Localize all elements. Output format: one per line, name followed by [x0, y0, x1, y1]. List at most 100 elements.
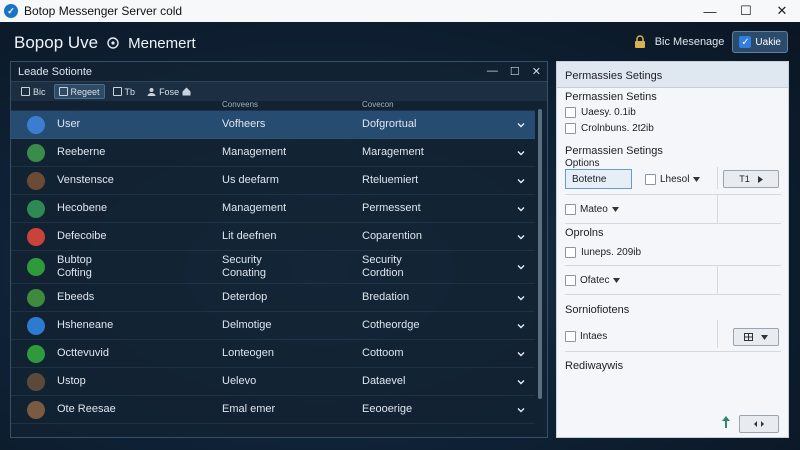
- table-row[interactable]: Ebeeds Deterdop Bredation: [11, 284, 535, 312]
- checkbox[interactable]: [565, 274, 576, 286]
- scrollbar-thumb[interactable]: [538, 109, 542, 399]
- user-name-cell: Ote Reesae: [57, 403, 116, 415]
- user-name-cell: Hecobene: [57, 202, 108, 214]
- ofatec-select[interactable]: Ofatec: [565, 270, 621, 290]
- checkbox[interactable]: [565, 330, 576, 342]
- checkbox[interactable]: [565, 203, 576, 215]
- select-label: Lhesol: [660, 173, 690, 185]
- nav-button[interactable]: [739, 415, 779, 433]
- table-row[interactable]: Reeberne Management Maragement: [11, 139, 535, 167]
- permission-cell: Eeooerige: [362, 403, 413, 415]
- play-arrow-icon: [757, 175, 763, 183]
- user-name-cell: Ustop: [57, 375, 86, 387]
- checkbox[interactable]: [645, 173, 656, 185]
- window-icon: [112, 87, 122, 96]
- checkbox-label: Crolnbuns. 2t2ib: [581, 123, 654, 134]
- section-title: Rediwaywis: [565, 360, 624, 372]
- close-button[interactable]: ✕: [764, 0, 800, 22]
- chevron-down-icon[interactable]: [517, 378, 525, 386]
- minimize-button[interactable]: —: [692, 0, 728, 22]
- table-row[interactable]: Bubtop Cofting Security Conating Security …: [11, 251, 535, 284]
- checkbox-row[interactable]: Crolnbuns. 2t2ib: [565, 123, 654, 134]
- toolbar-list-label: Bic: [33, 86, 46, 97]
- chevron-down-icon[interactable]: [517, 121, 525, 129]
- permissions-header: Permassies Setings: [557, 62, 788, 88]
- arrows-icon: [754, 421, 764, 427]
- checkbox-label: Iuneps. 209ib: [581, 247, 642, 258]
- avatar-icon: [27, 400, 45, 419]
- user-list: Conveens Covecon User Vofheers Dofgrortual…: [11, 100, 535, 424]
- chevron-down-icon[interactable]: [517, 263, 525, 271]
- checkbox[interactable]: [565, 123, 576, 134]
- home-icon: [182, 87, 191, 96]
- checkbox[interactable]: [565, 247, 576, 258]
- app-header: Bopop Uve Menemert: [14, 33, 196, 53]
- table-row[interactable]: Ote Reesae Emal emer Eeooerige: [11, 396, 535, 424]
- checkbox-row[interactable]: Iuneps. 209ib: [565, 247, 641, 258]
- panel-toolbar: Bic Regeet Tb Fose: [11, 82, 547, 101]
- permission-cell: Dataevel: [362, 375, 406, 387]
- user-name-cell: Octtevuvid: [57, 347, 109, 359]
- table-row[interactable]: Octtevuvid Lonteogen Cottoom: [11, 340, 535, 368]
- check-icon: ✓: [739, 36, 752, 48]
- vertical-scrollbar[interactable]: [536, 104, 544, 434]
- dropdown-arrow-icon: [611, 206, 619, 212]
- chevron-down-icon[interactable]: [517, 205, 525, 213]
- chevron-down-icon[interactable]: [517, 322, 525, 330]
- checkbox[interactable]: [565, 107, 576, 118]
- table-row[interactable]: Defecoibe Lit deefnen Coparention: [11, 223, 535, 251]
- toolbar-regeet-button[interactable]: Regeet: [53, 84, 105, 99]
- table-row[interactable]: User Vofheers Dofgrortual: [11, 111, 535, 139]
- role-cell: Us deefarm: [222, 174, 279, 186]
- lock-icon: [634, 35, 645, 48]
- toolbar-person-button[interactable]: Fose: [143, 84, 195, 99]
- table-row[interactable]: Hecobene Management Permessent: [11, 195, 535, 223]
- toolbar-person-label: Fose: [159, 86, 180, 97]
- pin-icon[interactable]: [721, 416, 731, 428]
- permission-cell: Cotheordge: [362, 319, 420, 331]
- section-title: Sorniofiotens: [565, 304, 630, 316]
- intaes-select[interactable]: Intaes: [565, 326, 607, 346]
- avatar-icon: [27, 143, 45, 162]
- user-name-cell: Ebeeds: [57, 291, 95, 303]
- person-icon: [147, 88, 156, 96]
- section-title: Permassien Setins: [565, 91, 657, 103]
- grid-dropdown-button[interactable]: [733, 328, 779, 346]
- table-row[interactable]: Ustop Uelevo Dataevel: [11, 368, 535, 396]
- avatar-icon: [27, 227, 45, 246]
- panel-close-button[interactable]: ✕: [532, 65, 541, 78]
- role-cell: Lonteogen: [222, 347, 274, 359]
- toolbar-list-button[interactable]: Bic: [17, 84, 50, 99]
- permission-cell: Rteluemiert: [362, 174, 419, 186]
- role-cell: Lit deefnen: [222, 230, 277, 242]
- mateo-select[interactable]: Mateo: [565, 199, 619, 219]
- options-label: Options: [565, 158, 600, 169]
- dropdown-arrow-icon: [613, 277, 621, 283]
- chevron-down-icon[interactable]: [517, 350, 525, 358]
- dropdown-arrow-icon: [693, 176, 701, 182]
- gear-icon: [107, 37, 119, 49]
- section-title: Oprolns: [565, 227, 604, 239]
- options-select[interactable]: Lhesol: [645, 169, 701, 189]
- chevron-down-icon[interactable]: [517, 233, 525, 241]
- t1-button[interactable]: T1: [723, 170, 779, 188]
- maximize-button[interactable]: ☐: [728, 0, 764, 22]
- panel-title: Leade Sotionte: [18, 65, 93, 78]
- table-row[interactable]: Hsheneane Delmotige Cotheordge: [11, 312, 535, 340]
- chevron-down-icon[interactable]: [517, 177, 525, 185]
- permissions-panel: Permassies Setings Permassien Setins Uae…: [556, 61, 789, 438]
- panel-maximize-button[interactable]: ☐: [510, 65, 520, 78]
- options-input[interactable]: Botetne: [565, 169, 632, 189]
- toolbar-window-button[interactable]: Tb: [109, 84, 140, 99]
- header-action-button[interactable]: ✓ Uakie: [732, 31, 788, 53]
- avatar-icon: [27, 316, 45, 335]
- permission-cell: Dofgrortual: [362, 118, 417, 130]
- permission-cell: Maragement: [362, 146, 424, 158]
- chevron-down-icon[interactable]: [517, 406, 525, 414]
- chevron-down-icon[interactable]: [517, 149, 525, 157]
- panel-minimize-button[interactable]: —: [487, 65, 498, 78]
- table-row[interactable]: Venstensce Us deefarm Rteluemiert: [11, 167, 535, 195]
- message-link[interactable]: Bic Mesenage: [655, 36, 725, 48]
- chevron-down-icon[interactable]: [517, 294, 525, 302]
- checkbox-row[interactable]: Uaesy. 0.1ib: [565, 107, 636, 118]
